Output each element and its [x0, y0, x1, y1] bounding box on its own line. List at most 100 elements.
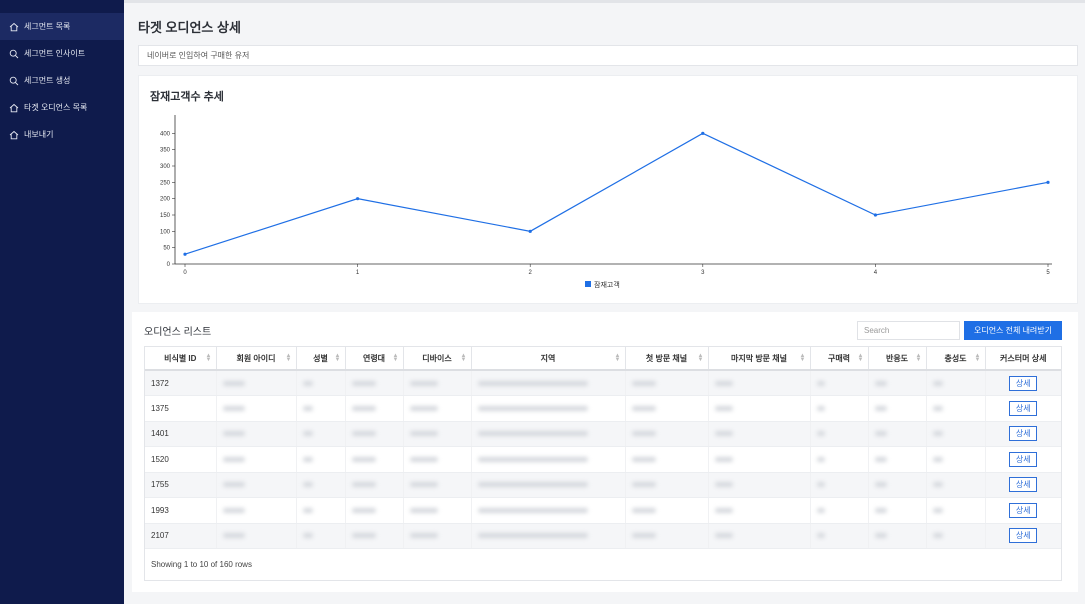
column-header-label: 마지막 방문 채널 [731, 353, 787, 363]
redacted-value [874, 405, 887, 411]
cell-redacted [471, 421, 626, 447]
sort-icon[interactable]: ▲ ▼ [286, 353, 292, 363]
detail-button[interactable]: 상세 [1009, 451, 1038, 467]
sort-icon[interactable]: ▲ ▼ [858, 353, 864, 363]
redacted-value [932, 456, 943, 462]
sidebar-item-segment-insight[interactable]: 세그먼트 인사이트 [0, 40, 124, 67]
redacted-value [714, 456, 733, 462]
column-header[interactable]: 디바이스 ▲ ▼ [403, 347, 472, 371]
column-header[interactable]: 마지막 방문 채널 ▲ ▼ [708, 347, 811, 371]
cell-redacted [403, 395, 472, 422]
cell-id: 2107 [145, 523, 217, 549]
redacted-value [222, 482, 245, 488]
cell-action: 상세 [985, 523, 1061, 549]
column-header[interactable]: 회원 아이디 ▲ ▼ [216, 347, 297, 371]
cell-redacted [403, 472, 472, 498]
cell-redacted [345, 523, 404, 549]
list-title: 오디언스 리스트 [144, 327, 212, 338]
detail-button[interactable]: 상세 [1009, 502, 1038, 518]
sidebar-item-target-audience-list[interactable]: 타겟 오디언스 목록 [0, 94, 124, 121]
sidebar-item-export[interactable]: 내보내기 [0, 121, 124, 148]
redacted-value [351, 380, 376, 386]
table-row: 1993 상세 [145, 497, 1061, 524]
redacted-value [477, 431, 588, 437]
cell-redacted [868, 497, 927, 524]
cell-redacted [868, 421, 927, 447]
redacted-value [874, 507, 887, 513]
cell-redacted [625, 421, 709, 447]
sidebar-item-segment-create[interactable]: 세그먼트 생성 [0, 67, 124, 94]
cell-redacted [345, 395, 404, 422]
cell-redacted [216, 497, 297, 524]
redacted-value [932, 533, 943, 539]
cell-redacted [345, 421, 404, 447]
redacted-value [631, 507, 656, 513]
column-header[interactable]: 성별 ▲ ▼ [296, 347, 346, 371]
detail-button[interactable]: 상세 [1009, 528, 1038, 544]
cell-redacted [868, 523, 927, 549]
page-title: 타겟 오디언스 상세 [138, 20, 241, 35]
redacted-value [351, 456, 376, 462]
cell-redacted [345, 370, 404, 396]
redacted-value [477, 507, 588, 513]
column-header[interactable]: 반응도 ▲ ▼ [868, 347, 927, 371]
sort-icon[interactable]: ▲ ▼ [206, 353, 212, 363]
column-header[interactable]: 구매력 ▲ ▼ [810, 347, 869, 371]
column-header[interactable]: 충성도 ▲ ▼ [926, 347, 986, 371]
cell-redacted [471, 472, 626, 498]
search-input[interactable] [857, 321, 960, 340]
sort-icon[interactable]: ▲ ▼ [615, 353, 621, 363]
redacted-value [874, 431, 887, 437]
cell-action: 상세 [985, 395, 1061, 422]
column-header[interactable]: 지역 ▲ ▼ [471, 347, 626, 371]
sort-icon[interactable]: ▲ ▼ [916, 353, 922, 363]
cell-redacted [708, 421, 811, 447]
redacted-value [302, 405, 313, 411]
detail-button[interactable]: 상세 [1009, 477, 1038, 493]
download-all-button[interactable]: 오디언스 전체 내려받기 [964, 321, 1062, 340]
search-icon [9, 76, 19, 86]
sidebar-item-segment-list[interactable]: 세그먼트 목록 [0, 13, 124, 40]
cell-redacted [296, 421, 346, 447]
cell-redacted [471, 395, 626, 422]
cell-redacted [810, 523, 869, 549]
audience-list-card: 오디언스 리스트 오디언스 전체 내려받기 비식별 ID▲▼회원 아이디▲▼성별… [132, 312, 1078, 592]
sort-icon[interactable]: ▲ ▼ [393, 353, 399, 363]
sort-icon[interactable]: ▲ ▼ [975, 353, 981, 363]
redacted-value [409, 533, 438, 539]
column-header[interactable]: 첫 방문 채널 ▲ ▼ [625, 347, 709, 371]
sort-icon[interactable]: ▲ ▼ [698, 353, 704, 363]
trend-chart-card: 잠재고객수 추세 0 50 100 150 200 250 300 350 400 0 1 2 3 4 5 잠… [138, 75, 1078, 304]
cell-redacted [625, 523, 709, 549]
sort-icon[interactable]: ▲ ▼ [461, 353, 467, 363]
column-header-label: 비식별 ID [164, 353, 197, 363]
cell-redacted [471, 446, 626, 473]
cell-redacted [868, 370, 927, 396]
sidebar-item-label: 세그먼트 목록 [24, 22, 71, 31]
column-header[interactable]: 커스터머 상세 [985, 347, 1061, 371]
cell-redacted [868, 395, 927, 422]
sort-icon[interactable]: ▲ ▼ [800, 353, 806, 363]
redacted-value [631, 431, 656, 437]
cell-redacted [868, 446, 927, 473]
detail-button[interactable]: 상세 [1009, 375, 1038, 391]
cell-id: 1401 [145, 421, 217, 447]
redacted-value [222, 507, 245, 513]
x-tick-label: 3 [701, 270, 705, 276]
cell-redacted [625, 370, 709, 396]
cell-redacted [926, 472, 986, 498]
column-header[interactable]: 비식별 ID ▲ ▼ [145, 347, 217, 371]
cell-redacted [810, 446, 869, 473]
redacted-value [409, 405, 438, 411]
column-header[interactable]: 연령대 ▲ ▼ [345, 347, 404, 371]
sort-icon[interactable]: ▲ ▼ [335, 353, 341, 363]
cell-action: 상세 [985, 446, 1061, 473]
cell-redacted [471, 523, 626, 549]
detail-button[interactable]: 상세 [1009, 400, 1038, 416]
table-row: 2107 상세 [145, 523, 1061, 549]
redacted-value [816, 456, 825, 462]
detail-button[interactable]: 상세 [1009, 426, 1038, 442]
y-tick-label: 250 [160, 180, 171, 186]
redacted-value [222, 380, 245, 386]
redacted-value [222, 456, 245, 462]
